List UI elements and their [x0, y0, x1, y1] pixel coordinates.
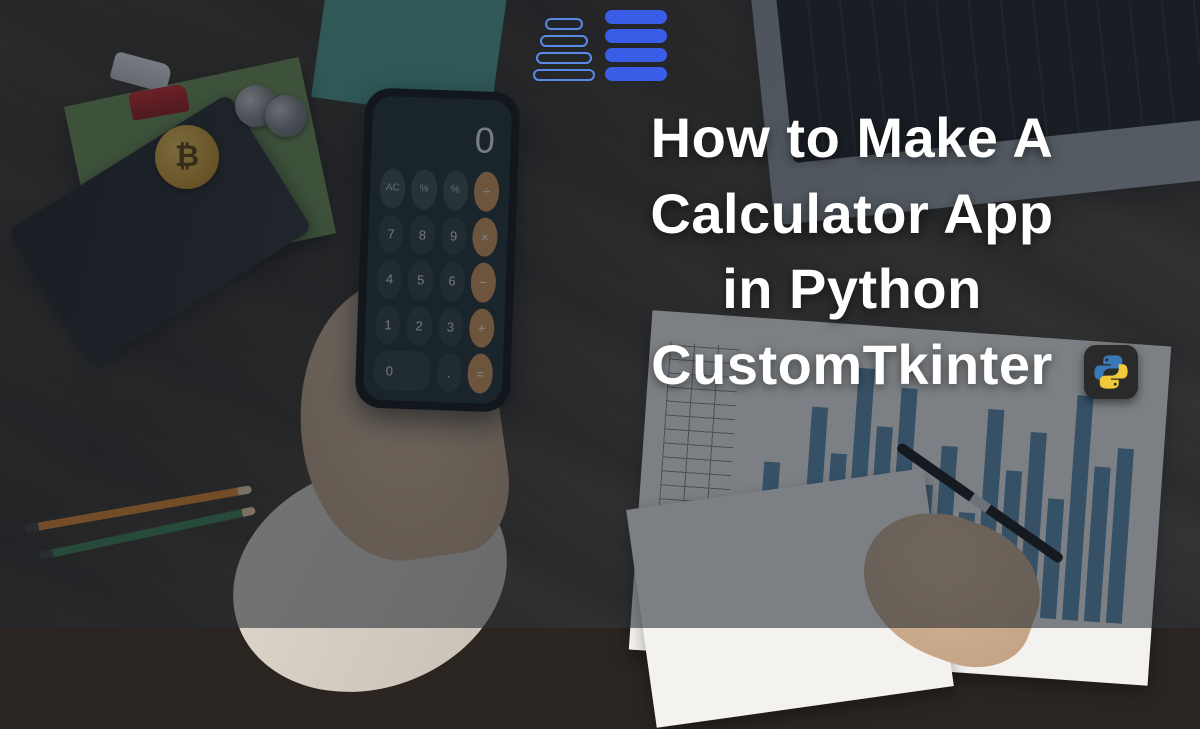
- python-icon: [1084, 345, 1138, 399]
- hero-banner: ₿ 0 AC%%÷789×456−123+0.=: [0, 0, 1200, 628]
- logo-bar-icon: [545, 18, 583, 30]
- logo-bar-icon: [536, 52, 592, 64]
- page-title: How to Make A Calculator App in Python C…: [552, 100, 1152, 402]
- headline-block: How to Make A Calculator App in Python C…: [552, 100, 1152, 402]
- logo-bar-icon: [605, 10, 667, 24]
- site-logo: [533, 10, 667, 81]
- logo-bar-icon: [605, 48, 667, 62]
- logo-bar-icon: [533, 69, 595, 81]
- logo-bar-icon: [605, 29, 667, 43]
- logo-bar-icon: [605, 67, 667, 81]
- logo-bar-icon: [540, 35, 588, 47]
